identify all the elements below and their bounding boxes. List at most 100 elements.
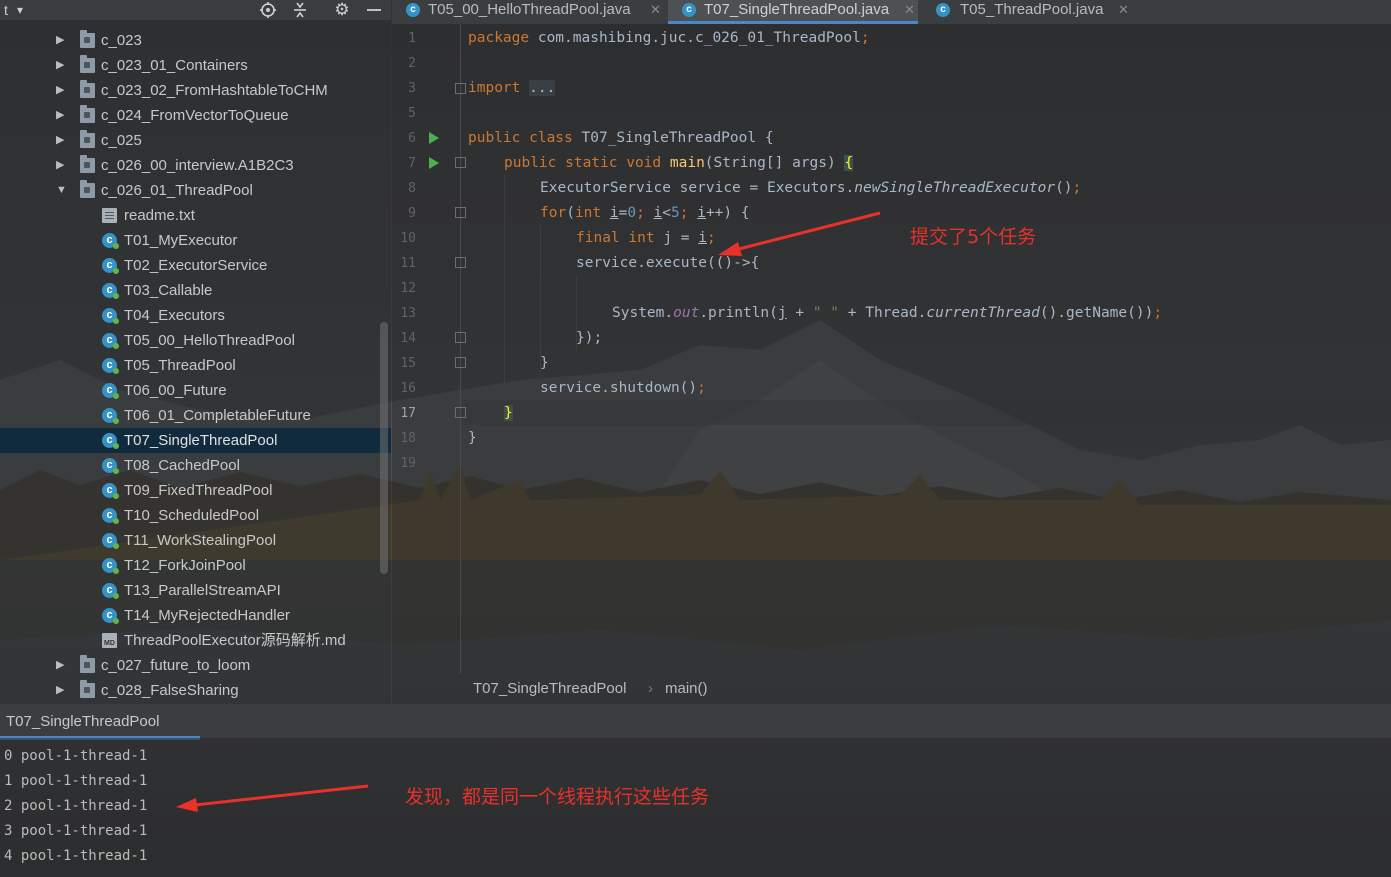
code-line-1: package com.mashibing.juc.c_026_01_Threa… xyxy=(468,26,870,51)
collapse-arrow-icon[interactable]: ▶ xyxy=(56,103,68,128)
tree-item-label: c_028_FalseSharing xyxy=(101,682,239,699)
minimize-icon[interactable] xyxy=(364,0,384,20)
annotation-note-same-thread: 发现，都是同一个线程执行这些任务 xyxy=(405,786,710,808)
fold-icon[interactable] xyxy=(455,332,466,343)
tree-item[interactable]: c T08_CachedPool xyxy=(0,453,391,478)
line-number: 11 xyxy=(400,256,416,271)
line-number: 16 xyxy=(400,381,416,396)
collapse-icon[interactable] xyxy=(290,0,310,20)
tree-item[interactable]: c T12_ForkJoinPool xyxy=(0,553,391,578)
expand-arrow-icon[interactable]: ▼ xyxy=(56,178,68,203)
tree-item-label: T06_00_Future xyxy=(124,382,227,399)
tree-item[interactable]: ▶ c_023_02_FromHashtableToCHM xyxy=(0,78,391,103)
locate-icon[interactable] xyxy=(258,0,278,20)
tree-item[interactable]: ▶ c_024_FromVectorToQueue xyxy=(0,103,391,128)
tree-item[interactable]: c T10_ScheduledPool xyxy=(0,503,391,528)
tree-item[interactable]: ▶ c_023 xyxy=(0,28,391,53)
tab-label: T07_SingleThreadPool.java xyxy=(704,1,890,18)
folder-icon xyxy=(80,130,95,148)
code-line-6: public class T07_SingleThreadPool { xyxy=(468,130,774,146)
semicolon: ; xyxy=(1072,180,1082,196)
java-class-icon: c xyxy=(102,258,119,274)
close-icon[interactable]: ✕ xyxy=(1118,0,1129,20)
breadcrumb-method[interactable]: main() xyxy=(665,674,708,704)
tree-item[interactable]: c T04_Executors xyxy=(0,303,391,328)
tree-item[interactable]: ▶ c_023_01_Containers xyxy=(0,53,391,78)
collapse-arrow-icon[interactable]: ▶ xyxy=(56,128,68,153)
run-tab[interactable]: T07_SingleThreadPool xyxy=(0,704,206,738)
tree-item-label: T07_SingleThreadPool xyxy=(124,432,278,449)
fold-icon[interactable] xyxy=(455,207,466,218)
variable: i xyxy=(698,230,707,246)
tree-item[interactable]: c T13_ParallelStreamAPI xyxy=(0,578,391,603)
tree-item[interactable]: c T03_Callable xyxy=(0,278,391,303)
dropdown-icon[interactable]: ▾ xyxy=(10,0,30,20)
collapse-arrow-icon[interactable]: ▶ xyxy=(56,28,68,53)
run-main-icon[interactable] xyxy=(429,157,439,169)
tree-item[interactable]: c T05_ThreadPool xyxy=(0,353,391,378)
tree-item[interactable]: c T14_MyRejectedHandler xyxy=(0,603,391,628)
tree-item[interactable]: ▶ c_026_00_interview.A1B2C3 xyxy=(0,153,391,178)
code-text: ( xyxy=(566,205,575,221)
collapse-arrow-icon[interactable]: ▶ xyxy=(56,53,68,78)
tree-item-label: T02_ExecutorService xyxy=(124,257,268,274)
tab-label: T05_00_HelloThreadPool.java xyxy=(428,1,631,18)
folded-imports[interactable]: ... xyxy=(529,80,556,96)
close-icon[interactable]: ✕ xyxy=(904,0,915,20)
tree-item[interactable]: readme.txt xyxy=(0,203,391,228)
annotation-note-tasks: 提交了5个任务 xyxy=(910,226,1037,248)
keyword: int xyxy=(628,230,655,246)
fold-icon[interactable] xyxy=(455,157,466,168)
tree-item[interactable]: c T06_00_Future xyxy=(0,378,391,403)
tree-item[interactable]: c T11_WorkStealingPool xyxy=(0,528,391,553)
code-editor[interactable]: 1 2 3 5 6 7 8 9 10 11 12 13 14 15 16 17 … xyxy=(392,24,1391,704)
gutter-separator xyxy=(460,24,461,674)
static-method: currentThread xyxy=(926,305,1040,321)
close-icon[interactable]: ✕ xyxy=(650,0,661,20)
line-number: 2 xyxy=(408,56,416,71)
gear-icon[interactable]: ⚙ xyxy=(332,0,352,20)
number: 0 xyxy=(627,205,637,221)
static-field: out xyxy=(673,305,700,321)
run-tool-window-header: T07_SingleThreadPool xyxy=(0,704,1391,740)
tree-item[interactable]: ▶ c_027_future_to_loom xyxy=(0,653,391,678)
project-tool-window: t ▾ ⚙ ▶ c_023 ▶ c_023_01_Containers ▶ c_023_0… xyxy=(0,0,391,704)
tree-item[interactable]: c T09_FixedThreadPool xyxy=(0,478,391,503)
tree-item[interactable]: c T01_MyExecutor xyxy=(0,228,391,253)
code-line-7: public static void main(String[] args) { xyxy=(504,151,854,176)
java-class-icon: c xyxy=(102,283,119,299)
tree-item[interactable]: c T06_01_CompletableFuture xyxy=(0,403,391,428)
collapse-arrow-icon[interactable]: ▶ xyxy=(56,653,68,678)
tree-item[interactable]: c T07_SingleThreadPool xyxy=(0,428,391,453)
tree-item[interactable]: ▶ c_028_FalseSharing xyxy=(0,678,391,703)
run-class-icon[interactable] xyxy=(429,132,439,144)
code-text: ().getName()) xyxy=(1039,305,1154,321)
collapse-arrow-icon[interactable]: ▶ xyxy=(56,153,68,178)
fold-icon[interactable] xyxy=(455,357,466,368)
tree-item[interactable]: ▼ c_026_01_ThreadPool xyxy=(0,178,391,203)
tab-t07-singlethreadpool[interactable]: c T07_SingleThreadPool.java ✕ xyxy=(668,0,918,24)
java-class-icon: c xyxy=(102,458,119,474)
tree-item[interactable]: c T05_00_HelloThreadPool xyxy=(0,328,391,353)
tree-scrollbar[interactable] xyxy=(380,322,388,574)
code-line-9: for(int i=0; i<5; i++) { xyxy=(540,201,750,226)
fold-icon[interactable] xyxy=(455,257,466,268)
tab-t05-threadpool[interactable]: c T05_ThreadPool.java ✕ xyxy=(928,0,1129,24)
string-literal: " " xyxy=(812,305,840,321)
collapse-arrow-icon[interactable]: ▶ xyxy=(56,78,68,103)
tree-item-label: T06_01_CompletableFuture xyxy=(124,407,311,424)
collapse-arrow-icon[interactable]: ▶ xyxy=(56,678,68,703)
tree-item[interactable]: ▶ c_025 xyxy=(0,128,391,153)
tree-item[interactable]: c T02_ExecutorService xyxy=(0,253,391,278)
tree-item-label: readme.txt xyxy=(124,207,195,224)
breadcrumb-class[interactable]: T07_SingleThreadPool xyxy=(473,674,626,704)
fold-icon[interactable] xyxy=(455,407,466,418)
tree-item-label: c_026_01_ThreadPool xyxy=(101,182,253,199)
fold-icon[interactable] xyxy=(455,83,466,94)
tree-item[interactable]: MD ThreadPoolExecutor源码解析.md xyxy=(0,628,391,653)
tab-t05-00-hellothreadpool[interactable]: c T05_00_HelloThreadPool.java ✕ xyxy=(400,0,661,24)
indent-guide xyxy=(504,175,505,400)
code-text: System. xyxy=(612,305,674,321)
code-text: + Thread. xyxy=(839,305,927,321)
breadcrumb-separator: › xyxy=(648,680,653,697)
